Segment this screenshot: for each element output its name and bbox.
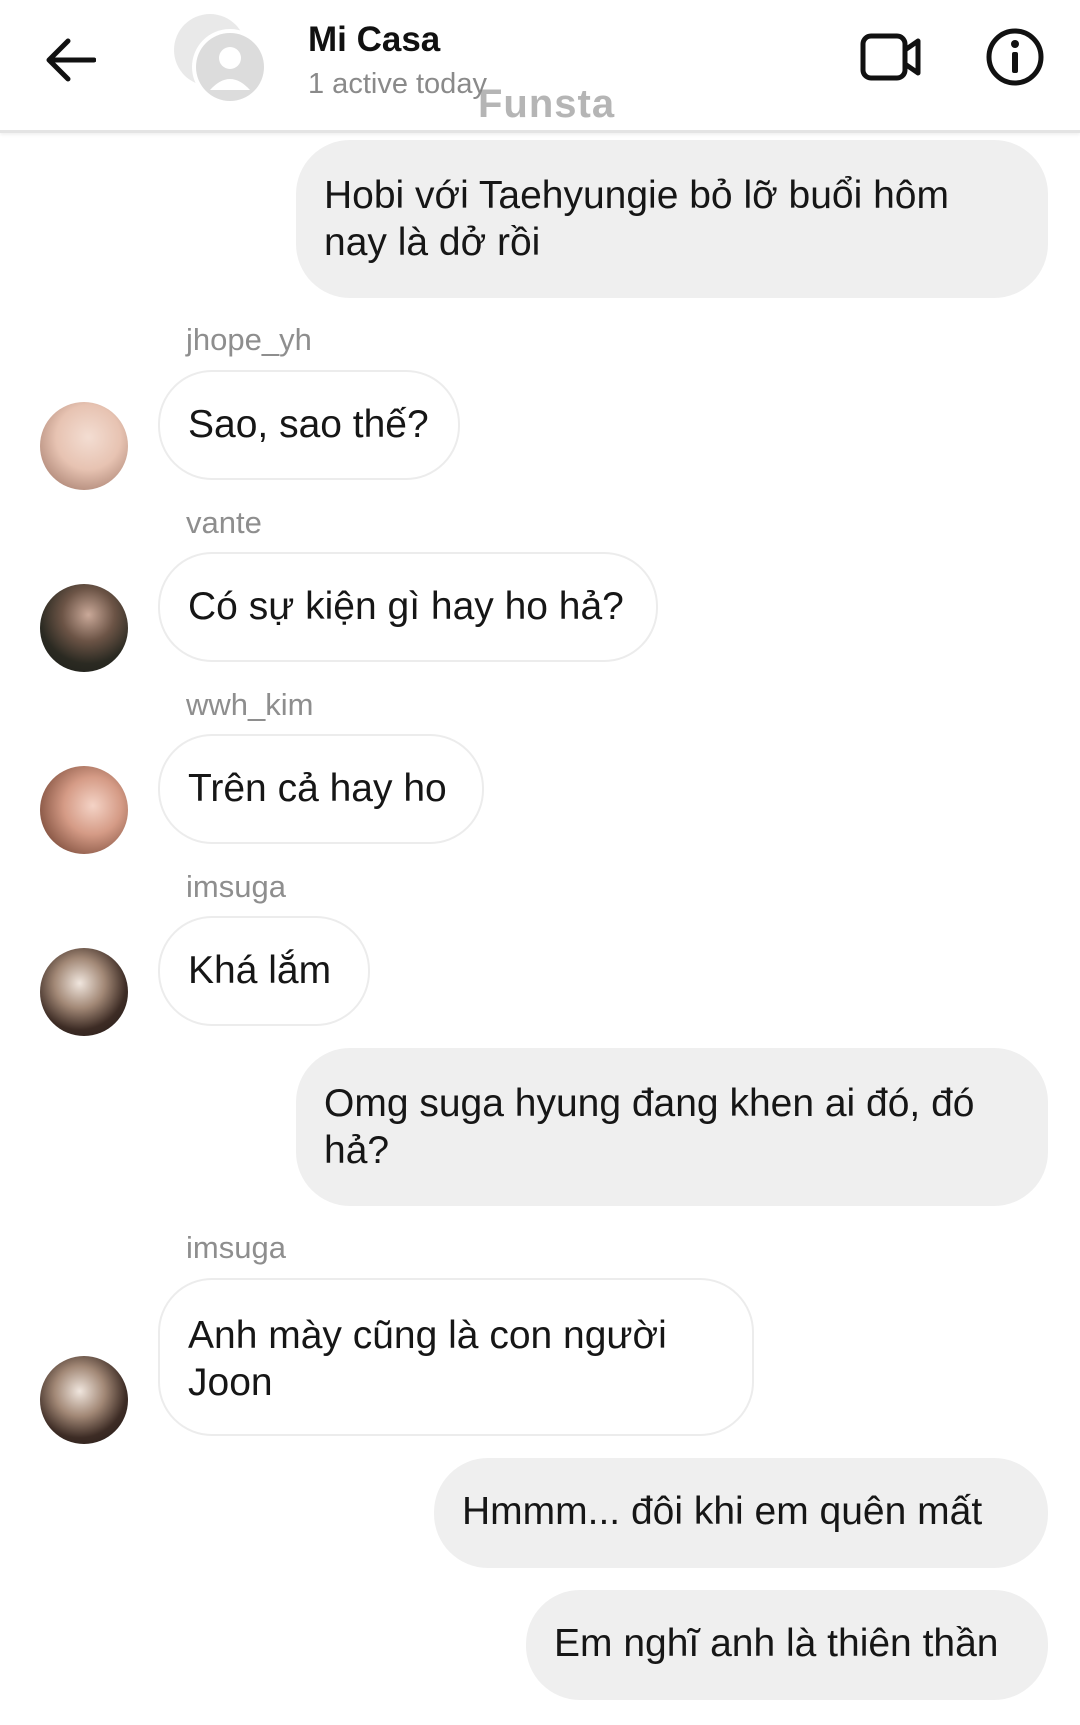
message-bubble-outgoing[interactable]: Omg suga hyung đang khen ai đó, đó hả? <box>296 1048 1048 1206</box>
message-bubble-outgoing[interactable]: Hobi với Taehyungie bỏ lỡ buổi hôm nay l… <box>296 140 1048 298</box>
avatar[interactable] <box>40 948 128 1036</box>
info-icon <box>986 28 1044 86</box>
avatar[interactable] <box>40 584 128 672</box>
message-text: Anh mày cũng là con người Joon <box>188 1314 667 1404</box>
message-text: Có sự kiện gì hay ho hả? <box>188 585 624 628</box>
avatar[interactable] <box>40 1356 128 1444</box>
avatar[interactable] <box>40 402 128 490</box>
group-avatar[interactable] <box>172 12 272 107</box>
message-text: Sao, sao thế? <box>188 403 429 446</box>
video-call-icon <box>860 33 921 81</box>
message-bubble-incoming[interactable]: Trên cả hay ho <box>158 734 484 844</box>
message-bubble-incoming[interactable]: Sao, sao thế? <box>158 370 460 480</box>
sender-name: vante <box>186 505 262 540</box>
chat-title[interactable]: Mi Casa <box>308 20 440 60</box>
sender-name: wwh_kim <box>186 687 314 722</box>
message-text: Hmmm... đôi khi em quên mất <box>462 1490 983 1533</box>
message-text: Trên cả hay ho <box>188 767 447 810</box>
info-button[interactable] <box>980 22 1050 92</box>
message-bubble-incoming[interactable]: Có sự kiện gì hay ho hả? <box>158 552 658 662</box>
group-avatar-icon <box>174 14 268 105</box>
message-bubble-incoming[interactable]: Anh mày cũng là con người Joon <box>158 1278 754 1436</box>
sender-name: jhope_yh <box>186 322 312 357</box>
message-bubble-outgoing[interactable]: Em nghĩ anh là thiên thần <box>526 1590 1048 1700</box>
watermark-text: Funsta <box>478 82 616 126</box>
video-call-button[interactable] <box>856 22 926 92</box>
back-button[interactable] <box>40 30 100 90</box>
message-bubble-incoming[interactable]: Khá lắm <box>158 916 370 1026</box>
message-text: Khá lắm <box>188 949 332 992</box>
message-text: Hobi với Taehyungie bỏ lỡ buổi hôm nay l… <box>324 174 949 264</box>
message-bubble-outgoing[interactable]: Hmmm... đôi khi em quên mất <box>434 1458 1048 1568</box>
message-text: Em nghĩ anh là thiên thần <box>554 1622 999 1665</box>
active-status: 1 active today <box>308 68 487 100</box>
sender-name: imsuga <box>186 869 286 904</box>
back-arrow-icon <box>46 38 96 82</box>
avatar[interactable] <box>40 766 128 854</box>
message-text: Omg suga hyung đang khen ai đó, đó hả? <box>324 1082 975 1172</box>
chat-header: Mi Casa 1 active today Funsta <box>0 0 1080 133</box>
sender-name: imsuga <box>186 1230 286 1265</box>
